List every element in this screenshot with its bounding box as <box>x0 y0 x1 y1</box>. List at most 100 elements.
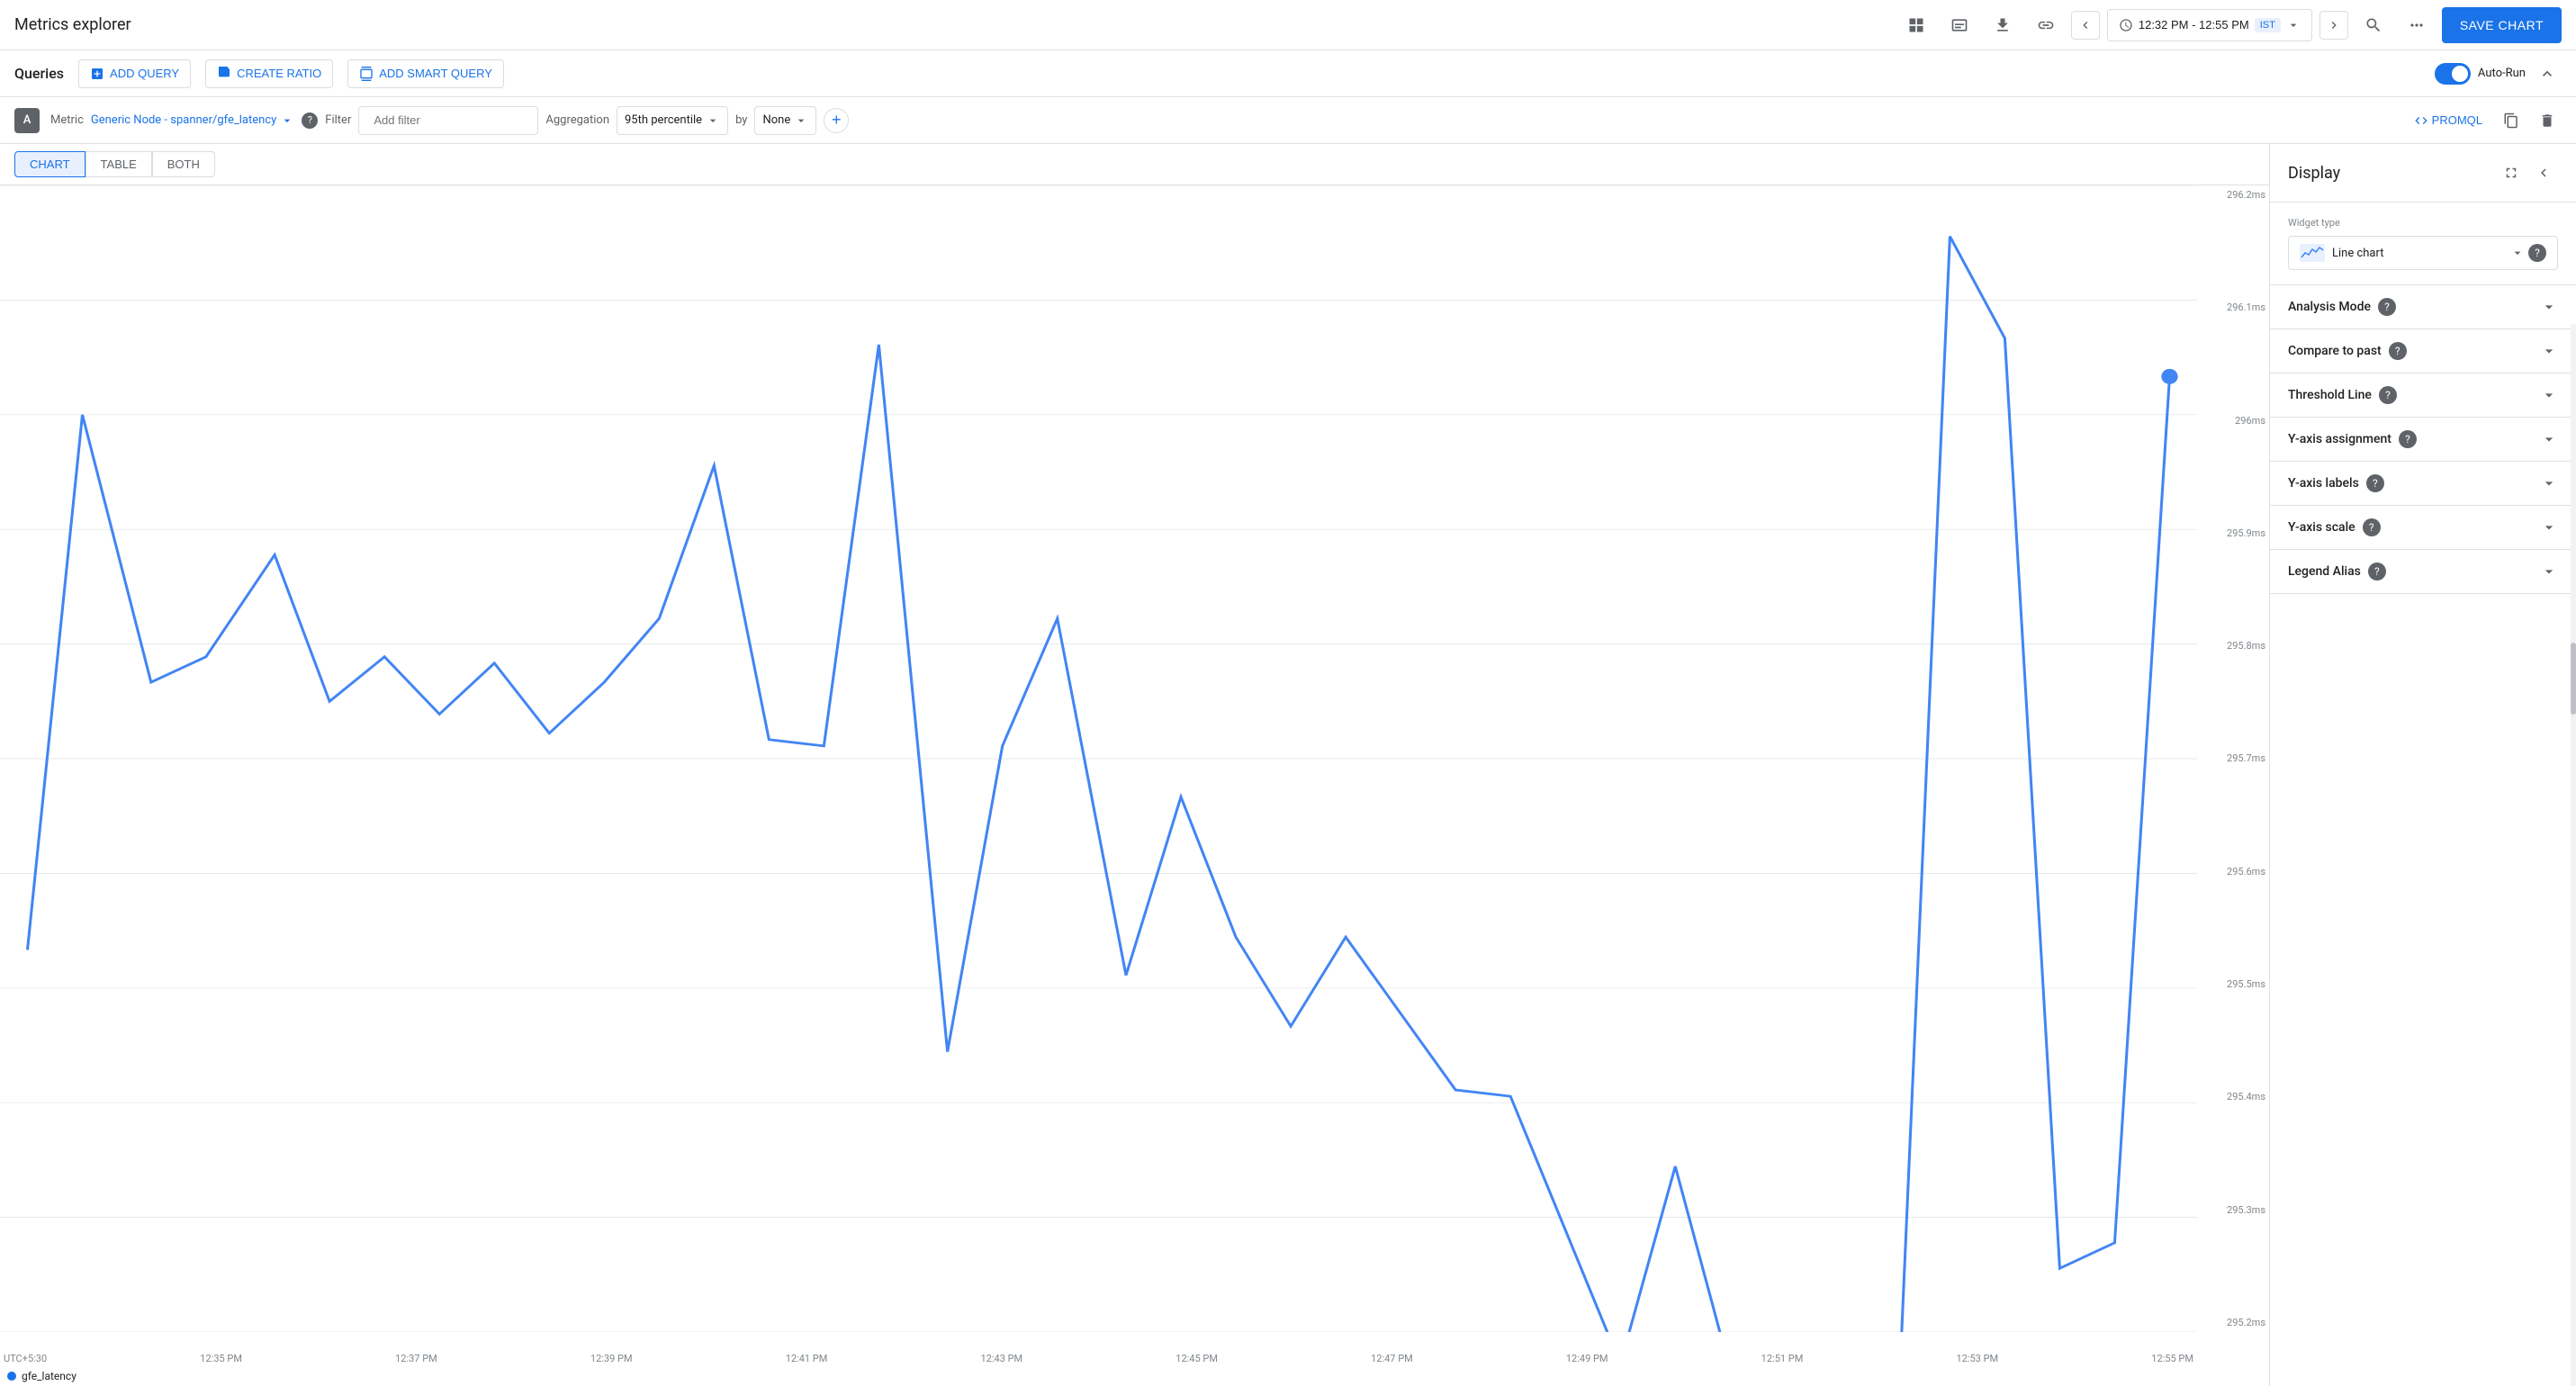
code-icon <box>2414 113 2428 128</box>
group-by-selector[interactable]: None <box>754 106 816 135</box>
section-item-left-yaxis: Y-axis assignment ? <box>2288 430 2417 448</box>
y-axis-scale-help-icon[interactable]: ? <box>2363 518 2381 536</box>
widget-icon-btn[interactable] <box>1941 7 1977 43</box>
promql-button[interactable]: PROMQL <box>2407 106 2490 135</box>
metric-label: Metric <box>50 113 84 127</box>
link-icon-btn[interactable] <box>2028 7 2064 43</box>
time-range-btn[interactable]: 12:32 PM - 12:55 PM IST <box>2107 9 2312 41</box>
tab-chart[interactable]: CHART <box>14 151 86 177</box>
time-range-text: 12:32 PM - 12:55 PM <box>2139 18 2249 32</box>
search-icon-btn[interactable] <box>2355 7 2391 43</box>
create-ratio-label: CREATE RATIO <box>237 67 321 80</box>
analysis-mode-section[interactable]: Analysis Mode ? <box>2270 285 2576 329</box>
dropdown-arrow-icon <box>2286 18 2301 32</box>
display-collapse-button[interactable] <box>2529 158 2558 187</box>
analysis-mode-title: Analysis Mode <box>2288 300 2371 314</box>
next-time-btn[interactable] <box>2319 11 2348 40</box>
legend-alias-chevron <box>2540 562 2558 580</box>
y-axis-labels-help-icon[interactable]: ? <box>2366 474 2384 492</box>
section-item-left-yscale: Y-axis scale ? <box>2288 518 2381 536</box>
y-axis-assignment-section[interactable]: Y-axis assignment ? <box>2270 418 2576 462</box>
compare-to-past-help-icon[interactable]: ? <box>2389 342 2407 360</box>
metric-help-icon[interactable]: ? <box>302 112 318 129</box>
widget-type-section: Widget type Line chart ? <box>2270 202 2576 285</box>
widget-type-selector[interactable]: Line chart ? <box>2288 236 2558 270</box>
add-query-label: ADD QUERY <box>110 67 179 80</box>
collapse-panel-icon <box>2535 165 2552 181</box>
display-expand-button[interactable] <box>2497 158 2526 187</box>
tab-both[interactable]: BOTH <box>152 151 215 177</box>
auto-run-label: Auto-Run <box>2478 67 2526 80</box>
section-item-left-compare: Compare to past ? <box>2288 342 2407 360</box>
y-axis-scale-title: Y-axis scale <box>2288 520 2355 535</box>
more-options-icon-btn[interactable] <box>2399 7 2435 43</box>
query-row-a: A Metric Generic Node - spanner/gfe_late… <box>0 97 2576 144</box>
display-title: Display <box>2288 164 2340 183</box>
y-axis-assignment-title: Y-axis assignment <box>2288 432 2391 446</box>
chart-area: CHART TABLE BOTH <box>0 144 2270 1386</box>
dashboard-icon-btn[interactable] <box>1898 7 1934 43</box>
section-item-left-threshold: Threshold Line ? <box>2288 386 2397 404</box>
tab-table[interactable]: TABLE <box>86 151 152 177</box>
chart-end-dot <box>2161 369 2177 384</box>
legend-label: gfe_latency <box>22 1370 77 1382</box>
y-axis-assignment-help-icon[interactable]: ? <box>2399 430 2417 448</box>
add-query-button[interactable]: ADD QUERY <box>78 59 191 88</box>
add-smart-query-button[interactable]: ADD SMART QUERY <box>347 59 504 88</box>
legend-alias-help-icon[interactable]: ? <box>2368 562 2386 580</box>
aggregation-label: Aggregation <box>545 113 609 127</box>
create-ratio-button[interactable]: CREATE RATIO <box>205 59 333 88</box>
clock-icon <box>2119 18 2133 32</box>
legend-alias-section[interactable]: Legend Alias ? <box>2270 550 2576 594</box>
threshold-line-section[interactable]: Threshold Line ? <box>2270 374 2576 418</box>
y-axis-labels-section[interactable]: Y-axis labels ? <box>2270 462 2576 506</box>
metric-selector[interactable]: Generic Node - spanner/gfe_latency <box>91 113 294 128</box>
prev-time-btn[interactable] <box>2071 11 2100 40</box>
legend-dot <box>7 1372 16 1381</box>
copy-query-button[interactable] <box>2497 106 2526 135</box>
collapse-queries-button[interactable] <box>2533 59 2562 88</box>
chart-line <box>28 237 2170 1332</box>
copy-icon <box>2503 112 2519 129</box>
metric-dropdown-icon <box>280 113 294 128</box>
scrollbar-thumb[interactable] <box>2571 643 2576 715</box>
search-icon <box>2364 16 2382 34</box>
widget-type-dropdown-icon <box>2510 246 2525 260</box>
filter-input[interactable] <box>366 110 510 130</box>
top-bar-right: 12:32 PM - 12:55 PM IST SAVE CHART <box>1898 7 2562 43</box>
delete-query-button[interactable] <box>2533 106 2562 135</box>
filter-container[interactable] <box>358 106 538 135</box>
display-header-icons <box>2497 158 2558 187</box>
y-axis-labels-title: Y-axis labels <box>2288 476 2359 490</box>
threshold-line-chevron <box>2540 386 2558 404</box>
threshold-line-help-icon[interactable]: ? <box>2379 386 2397 404</box>
analysis-mode-help-icon[interactable]: ? <box>2378 298 2396 316</box>
compare-to-past-title: Compare to past <box>2288 344 2382 358</box>
expand-icon <box>2503 165 2519 181</box>
widget-type-value: Line chart <box>2332 247 2383 260</box>
create-ratio-icon <box>217 67 231 81</box>
chart-svg <box>0 185 2197 1332</box>
group-by-dropdown-icon <box>794 113 808 128</box>
save-chart-button[interactable]: SAVE CHART <box>2442 7 2562 43</box>
compare-to-past-section[interactable]: Compare to past ? <box>2270 329 2576 374</box>
analysis-mode-chevron <box>2540 298 2558 316</box>
add-aggregation-btn[interactable]: + <box>824 108 849 133</box>
aggregation-selector[interactable]: 95th percentile <box>617 106 728 135</box>
collapse-icon <box>2538 65 2556 83</box>
auto-run-container: Auto-Run <box>2435 59 2562 88</box>
download-icon-btn[interactable] <box>1985 7 2021 43</box>
timezone-badge: IST <box>2255 18 2281 32</box>
more-options-icon <box>2408 16 2426 34</box>
chart-container: 296.2ms 296.1ms 296ms 295.9ms 295.8ms 29… <box>0 185 2269 1386</box>
threshold-line-title: Threshold Line <box>2288 388 2372 402</box>
queries-bar: Queries ADD QUERY CREATE RATIO ADD SMART… <box>0 50 2576 97</box>
widget-type-help-icon[interactable]: ? <box>2528 244 2546 262</box>
display-header: Display <box>2270 144 2576 202</box>
dashboard-icon <box>1907 16 1925 34</box>
top-bar: Metrics explorer <box>0 0 2576 50</box>
widget-type-label: Widget type <box>2288 217 2558 229</box>
auto-run-toggle[interactable] <box>2435 63 2471 85</box>
y-axis-labels: 296.2ms 296.1ms 296ms 295.9ms 295.8ms 29… <box>2201 185 2265 1332</box>
y-axis-scale-section[interactable]: Y-axis scale ? <box>2270 506 2576 550</box>
